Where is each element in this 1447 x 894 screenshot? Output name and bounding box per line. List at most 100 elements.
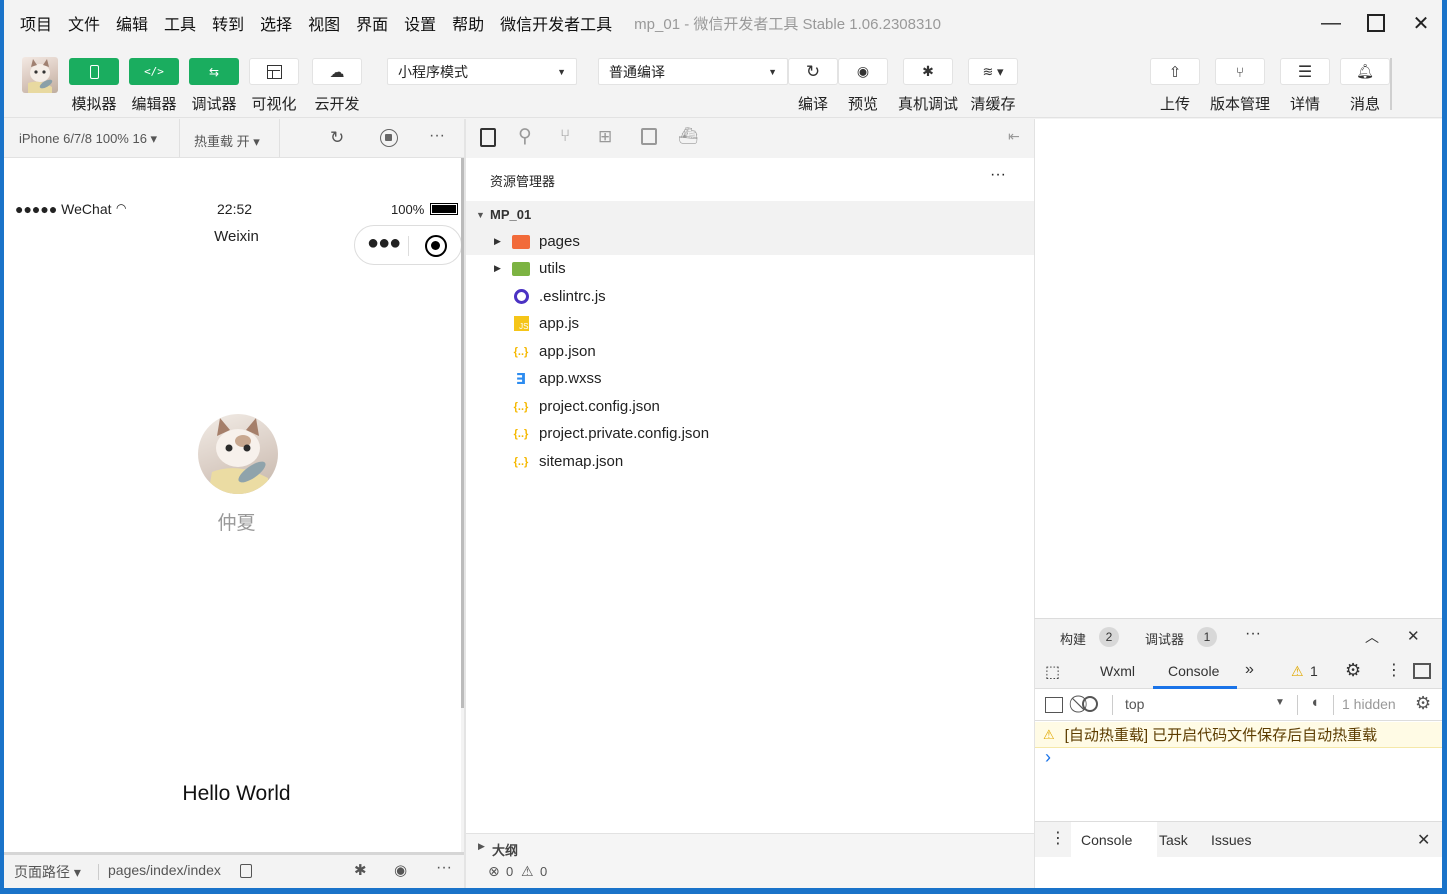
status-carrier: ●●●●● WeChat bbox=[15, 201, 112, 217]
menu-item-settings[interactable]: 设置 bbox=[404, 11, 436, 35]
details-button[interactable]: ☰ bbox=[1280, 58, 1330, 85]
messages-button[interactable]: 🔔︎ bbox=[1340, 58, 1390, 85]
menu-item-help[interactable]: 帮助 bbox=[452, 11, 484, 35]
window-title: mp_01 - 微信开发者工具 Stable 1.06.2308310 bbox=[634, 15, 941, 33]
menu-item-tools[interactable]: 工具 bbox=[164, 11, 196, 35]
page-path: pages/index/index bbox=[108, 862, 221, 878]
tree-item-file[interactable]: {..} sitemap.json bbox=[466, 448, 1034, 475]
kebab-icon[interactable]: ⋮ bbox=[1386, 660, 1402, 680]
menu-item-view[interactable]: 视图 bbox=[308, 11, 340, 35]
inspect-icon[interactable]: ⬚ bbox=[1045, 662, 1060, 682]
tab-console[interactable]: Console bbox=[1168, 663, 1219, 679]
cloud-label: 云开发 bbox=[314, 96, 360, 113]
tree-root[interactable]: ▼ MP_01 bbox=[466, 201, 1034, 228]
storage-icon[interactable] bbox=[641, 128, 657, 145]
clear-cache-button[interactable]: ≋ ▾ bbox=[968, 58, 1018, 85]
device-select[interactable]: iPhone 6/7/8 100% 16 ▾ bbox=[19, 131, 157, 147]
editor-button[interactable]: </> bbox=[129, 58, 179, 85]
menu-item-select[interactable]: 选择 bbox=[260, 11, 292, 35]
capsule-more-icon[interactable]: ●●● bbox=[367, 232, 401, 255]
console-warning-row[interactable]: ⚠ [自动热重载] 已开启代码文件保存后自动热重载 bbox=[1035, 722, 1442, 748]
drawer-tab-task[interactable]: Task bbox=[1159, 832, 1188, 848]
menu-item-edit[interactable]: 编辑 bbox=[116, 11, 148, 35]
minimize-button[interactable]: — bbox=[1316, 10, 1346, 36]
warning-icon[interactable]: ⚠ bbox=[1291, 663, 1304, 680]
drawer-tab-issues[interactable]: Issues bbox=[1211, 832, 1251, 848]
hot-reload-toggle[interactable]: 热重载 开 ▾ bbox=[194, 131, 260, 150]
more-tabs-icon[interactable]: » bbox=[1245, 661, 1254, 679]
more-icon[interactable]: ··· bbox=[1245, 625, 1261, 643]
tree-item-file[interactable]: JS app.js bbox=[466, 310, 1034, 337]
source-control-icon[interactable]: ⑂ bbox=[560, 126, 570, 146]
tree-item-file[interactable]: .eslintrc.js bbox=[466, 283, 1034, 310]
outline-section[interactable]: 大纲 bbox=[492, 840, 518, 859]
preview-button[interactable]: ◉ bbox=[838, 58, 888, 85]
close-window-button[interactable]: ✕ bbox=[1406, 10, 1436, 36]
page-path-select[interactable]: 页面路径 ▾ bbox=[14, 862, 81, 882]
tab-debugger[interactable]: 调试器 bbox=[1145, 629, 1184, 648]
menu-item-interface[interactable]: 界面 bbox=[356, 11, 388, 35]
upload-button[interactable]: ⇧ bbox=[1150, 58, 1200, 85]
cloud-button[interactable]: ☁ bbox=[312, 58, 362, 85]
sidebar-toggle-icon[interactable] bbox=[1045, 697, 1063, 713]
menu-item-goto[interactable]: 转到 bbox=[212, 11, 244, 35]
capsule-menu[interactable]: ●●● bbox=[354, 225, 462, 265]
more-icon[interactable]: ··· bbox=[429, 127, 445, 145]
more-icon[interactable]: ··· bbox=[436, 859, 452, 877]
debugger-button[interactable]: ⇆ bbox=[189, 58, 239, 85]
real-debug-button[interactable]: ✱ bbox=[903, 58, 953, 85]
visual-button[interactable] bbox=[249, 58, 299, 85]
copy-icon[interactable] bbox=[240, 864, 252, 878]
chevron-up-icon[interactable]: ︿ bbox=[1365, 627, 1379, 647]
kebab-icon[interactable]: ⋮ bbox=[1050, 828, 1066, 848]
files-icon[interactable] bbox=[480, 128, 496, 147]
capsule-close-icon[interactable] bbox=[425, 235, 447, 257]
divider bbox=[279, 119, 280, 157]
user-avatar[interactable] bbox=[22, 57, 58, 93]
warning-icon[interactable]: ⚠ bbox=[521, 863, 534, 880]
error-icon[interactable]: ⊗ bbox=[488, 863, 500, 880]
compile-mode-select[interactable]: 普通编译 ▼ bbox=[598, 58, 788, 85]
gear-icon[interactable]: ⚙ bbox=[1345, 660, 1361, 681]
tree-item-pages[interactable]: ▶ pages bbox=[466, 228, 1034, 255]
eye-off-icon[interactable]: ◖ bbox=[1310, 694, 1319, 711]
tree-item-file[interactable]: {..} app.json bbox=[466, 338, 1034, 365]
tree-item-file[interactable]: {..} project.private.config.json bbox=[466, 420, 1034, 447]
compile-button[interactable]: ↻ bbox=[788, 58, 838, 85]
maximize-button[interactable] bbox=[1361, 10, 1391, 36]
menu-item-file[interactable]: 文件 bbox=[68, 11, 100, 35]
wifi-icon: ◠ bbox=[116, 201, 127, 215]
menu-item-project[interactable]: 项目 bbox=[20, 11, 52, 35]
collapse-panel-icon[interactable]: ⇤ bbox=[1008, 128, 1020, 145]
tree-item-file[interactable]: ∃ app.wxss bbox=[466, 365, 1034, 392]
version-button[interactable]: ⑂ bbox=[1215, 58, 1265, 85]
more-icon[interactable]: ··· bbox=[990, 166, 1006, 184]
close-icon[interactable]: ✕ bbox=[1407, 627, 1420, 645]
layout-icon bbox=[266, 64, 282, 79]
user-avatar[interactable] bbox=[198, 414, 278, 494]
undock-icon[interactable] bbox=[1413, 663, 1431, 679]
extensions-icon[interactable]: ⊞ bbox=[598, 127, 612, 147]
tree-item-file[interactable]: {..} project.config.json bbox=[466, 393, 1034, 420]
tree-item-utils[interactable]: ▶ utils bbox=[466, 255, 1034, 282]
chevron-right-icon[interactable]: ▶ bbox=[478, 841, 485, 852]
context-select[interactable]: top bbox=[1125, 696, 1144, 712]
reload-icon[interactable]: ↻ bbox=[330, 128, 344, 148]
bug-icon[interactable]: ✱ bbox=[354, 861, 367, 879]
chevron-down-icon[interactable]: ▼ bbox=[1275, 697, 1285, 708]
menu-item-wechat-devtools[interactable]: 微信开发者工具 bbox=[500, 11, 612, 35]
tab-wxml[interactable]: Wxml bbox=[1100, 663, 1135, 679]
block-icon[interactable] bbox=[1082, 696, 1098, 712]
mode-select[interactable]: 小程序模式 ▼ bbox=[387, 58, 577, 85]
version-label: 版本管理 bbox=[1209, 96, 1270, 113]
tab-build[interactable]: 构建 bbox=[1060, 629, 1086, 648]
search-icon[interactable]: ⚲ bbox=[518, 125, 532, 148]
drawer-tab-console[interactable]: Console bbox=[1081, 832, 1132, 848]
gear-icon[interactable]: ⚙ bbox=[1415, 693, 1431, 714]
close-icon[interactable]: ✕ bbox=[1417, 830, 1430, 850]
eye-icon[interactable]: ◉ bbox=[394, 861, 407, 879]
console-prompt[interactable]: › bbox=[1045, 747, 1051, 768]
stop-icon[interactable] bbox=[380, 129, 398, 147]
simulator-button[interactable] bbox=[69, 58, 119, 85]
docker-icon[interactable]: ⛴ bbox=[678, 126, 698, 146]
